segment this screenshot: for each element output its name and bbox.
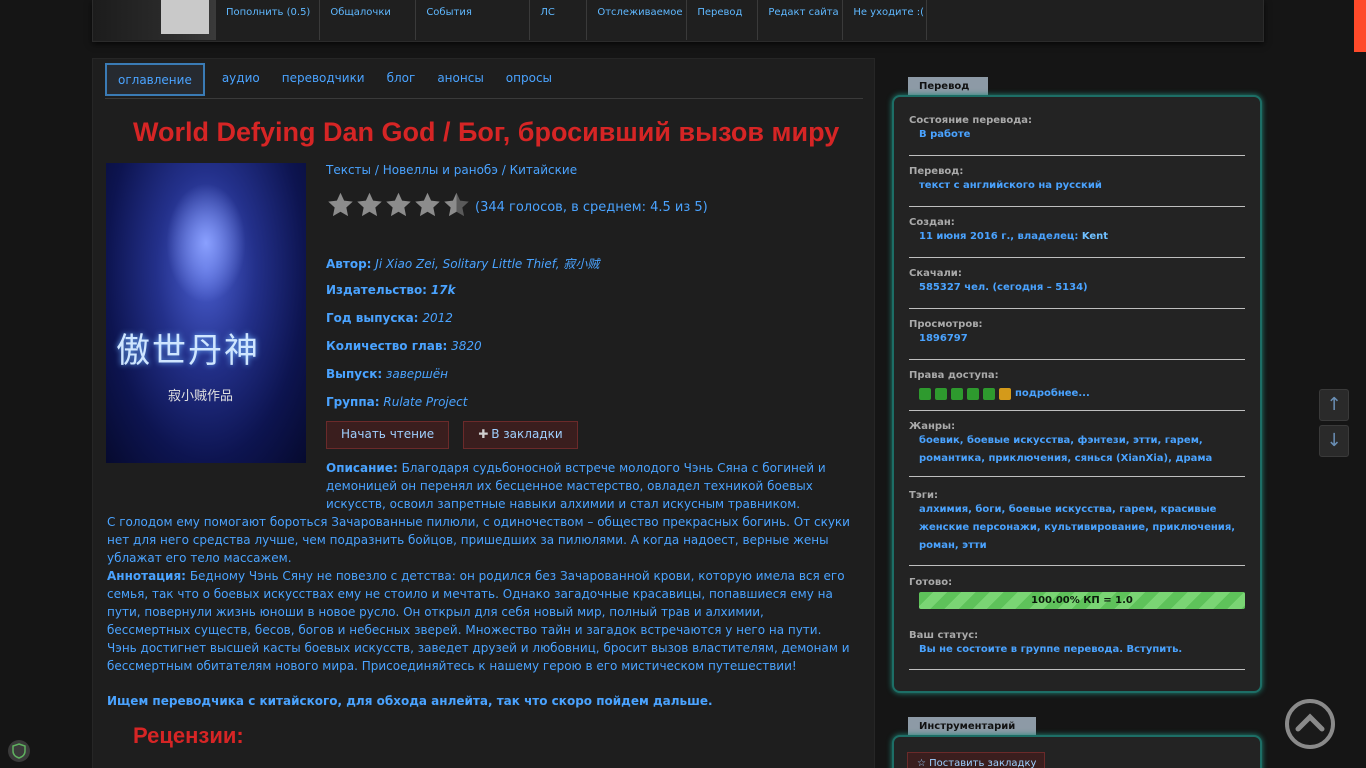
meta-release: Выпуск: завершён [326,367,449,381]
topnav-chats[interactable]: Общалочки [319,0,415,40]
access-upload-icon[interactable] [967,388,979,400]
sec-tags: Тэги: алхимия, боги, боевые искусства, г… [909,490,1245,566]
status-value[interactable]: В работе [909,126,1245,144]
star-icon[interactable] [413,191,442,219]
access-view-icon[interactable] [935,388,947,400]
book-cover[interactable]: 傲世丹神 寂小贼作品 [106,163,306,463]
join-group-link[interactable]: Вы не состоите в группе перевода. Вступи… [909,641,1245,659]
topnav-tracked[interactable]: Отслеживаемое [586,0,686,40]
action-buttons: Начать чтение ✚ В закладки [326,421,592,449]
sec-member: Ваш статус: Вы не состоите в группе пере… [909,630,1245,670]
tags-links[interactable]: алхимия, боги, боевые искусства, гарем, … [909,501,1245,555]
meta-author: Автор: Ji Xiao Zei, Solitary Little Thie… [326,257,600,271]
meta-year: Год выпуска: 2012 [326,311,453,325]
rating-stars[interactable] [326,191,471,223]
sec-created: Создан: 11 июня 2016 г., владелец: Kent [909,217,1245,258]
group-link[interactable]: Rulate Project [383,395,467,409]
breadcrumb-novels[interactable]: Новеллы и ранобэ [383,163,498,177]
sec-views: Просмотров: 1896797 [909,319,1245,360]
topnav-topup[interactable]: Пополнить (0.5) [215,0,319,40]
tab-announcements[interactable]: анонсы [426,63,494,97]
start-reading-button[interactable]: Начать чтение [326,421,450,449]
star-icon[interactable] [384,191,413,219]
access-read-icon[interactable] [919,388,931,400]
sec-genres: Жанры: боевик, боевые искусства, фэнтези… [909,421,1245,477]
sec-access: Права доступа: подробнее... [909,370,1245,411]
sidebar-tab-tools: Инструментарий [908,717,1036,736]
set-bookmark-button[interactable]: ☆ Поставить закладку [907,752,1045,768]
top-nav: Пополнить (0.5) Общалочки События ЛС Отс… [215,0,928,40]
tab-contents[interactable]: оглавление [105,63,205,96]
rating-summary: (344 голосов, в среднем: 4.5 из 5) [475,199,708,215]
shield-icon[interactable] [8,740,30,762]
meta-publisher: Издательство: 17k [326,283,456,297]
topnav-events[interactable]: События [415,0,529,40]
chevron-up-circle-icon[interactable] [1285,699,1335,749]
main-panel: оглавление аудио переводчики блог анонсы… [92,58,875,768]
chevron-up-glyph [1295,713,1325,732]
arrow-up-icon[interactable]: ↑ [1319,389,1349,421]
translator-wanted: Ищем переводчика с китайского, для обход… [107,694,713,708]
access-icons: подробнее... [909,385,1245,403]
star-icon[interactable] [442,191,471,219]
book-info: Тексты / Новеллы и ранобэ / Китайские (3… [326,163,866,449]
star-icon[interactable] [326,191,355,219]
access-download-icon[interactable] [951,388,963,400]
rating: (344 голосов, в среднем: 4.5 из 5) [326,191,866,223]
breadcrumb-texts[interactable]: Тексты [326,163,371,177]
breadcrumb: Тексты / Новеллы и ранобэ / Китайские [326,163,578,177]
tab-blog[interactable]: блог [376,63,427,97]
reviews-heading: Рецензии: [133,723,244,748]
sec-status: Состояние перевода: В работе [909,115,1245,156]
cover-title: 傲世丹神 [116,331,260,371]
book-description: Описание: Благодаря судьбоносной встрече… [107,461,850,708]
user-avatar[interactable] [161,0,209,34]
add-bookmark-button[interactable]: ✚ В закладки [463,421,578,449]
topnav-dont-leave[interactable]: Не уходите :( [842,0,928,40]
access-edit-icon[interactable] [999,388,1011,400]
book-meta: Автор: Ji Xiao Zei, Solitary Little Thie… [326,255,599,423]
book-title: World Defying Dan God / Бог, бросивший в… [133,117,840,147]
topnav-translation[interactable]: Перевод [686,0,757,40]
access-comment-icon[interactable] [983,388,995,400]
sec-downloads: Скачали: 585327 чел. (сегодня – 5134) [909,268,1245,309]
meta-group: Группа: Rulate Project [326,395,468,409]
sec-ready: Готово: 100.00% КП = 1.0 [909,577,1245,617]
star-icon[interactable] [355,191,384,219]
site-logo[interactable] [93,0,215,40]
notification-strip[interactable] [1354,0,1366,52]
progress-bar: 100.00% КП = 1.0 [919,592,1245,609]
tab-audio[interactable]: аудио [211,63,271,97]
top-bar: Пополнить (0.5) Общалочки События ЛС Отс… [92,0,1264,42]
topnav-messages[interactable]: ЛС [529,0,586,40]
plus-icon: ✚ [478,427,489,441]
sidebar-tab-translation: Перевод [908,77,988,96]
tab-translators[interactable]: переводчики [271,63,376,97]
breadcrumb-chinese[interactable]: Китайские [510,163,578,177]
author-links[interactable]: Ji Xiao Zei, Solitary Little Thief, 寂小贼 [375,257,599,271]
arrow-down-icon[interactable]: ↓ [1319,425,1349,457]
cover-art [166,183,246,303]
owner-link[interactable]: Kent [1082,231,1108,242]
sec-translation: Перевод: текст с английского на русский [909,166,1245,207]
meta-chapters: Количество глав: 3820 [326,339,482,353]
cover-subtitle: 寂小贼作品 [168,389,234,404]
book-tabs: оглавление аудио переводчики блог анонсы… [105,63,863,99]
genres-links[interactable]: боевик, боевые искусства, фэнтези, этти,… [909,432,1245,468]
access-more-link[interactable]: подробнее... [1015,385,1090,403]
topnav-edit-site[interactable]: Редакт сайта [757,0,842,40]
tab-polls[interactable]: опросы [495,63,563,97]
